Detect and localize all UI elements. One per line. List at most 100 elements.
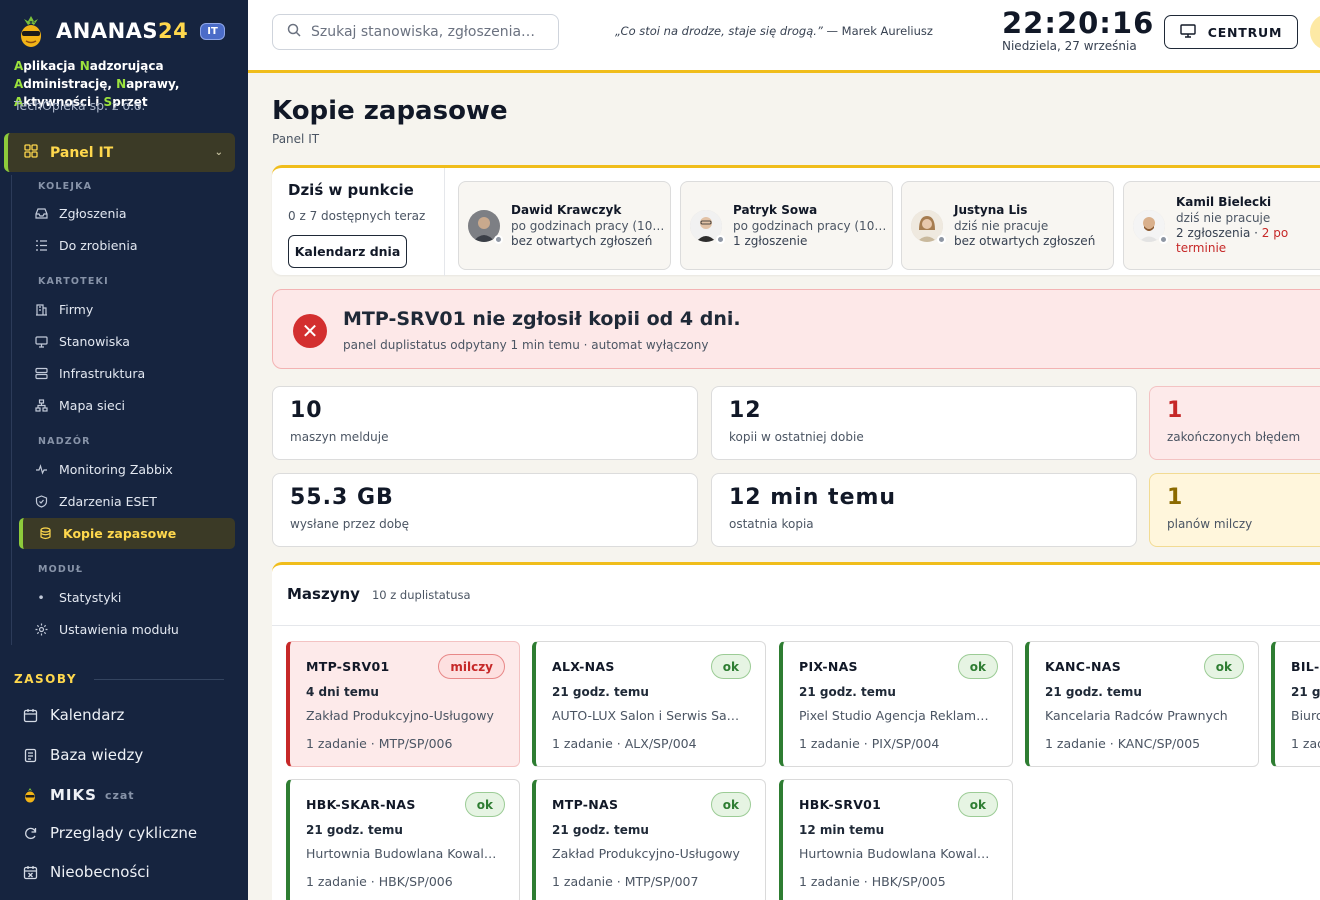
stat-label: zakończonych błędem [1167, 430, 1301, 444]
person-tickets: 2 zgłoszenia · 2 po [1176, 226, 1289, 240]
machine-card[interactable]: KANC-NAS ok 21 godz. temu Kancelaria Rad… [1025, 641, 1259, 767]
logo[interactable]: ANANAS24 IT [14, 14, 225, 48]
stat-label: kopii w ostatniej dobie [729, 430, 864, 444]
dot-icon: • [37, 590, 45, 605]
section-modul: MODUŁ [38, 564, 84, 575]
sidebar-item-statystyki[interactable]: • Statystyki [34, 590, 121, 605]
refresh-icon [22, 825, 38, 841]
stat-label: maszyn melduje [290, 430, 389, 444]
last-backup: 12 min temu [799, 823, 885, 837]
sidebar-item-mapa-sieci[interactable]: Mapa sieci [34, 398, 125, 413]
person-tickets: bez otwartych zgłoszeń [511, 234, 653, 248]
date: Niedziela, 27 września [1002, 39, 1137, 53]
brand-name: ANANAS24 [56, 19, 189, 43]
centrum-button[interactable]: CENTRUM [1164, 15, 1298, 49]
resource-nieobecnosci[interactable]: Nieobecności [22, 863, 150, 881]
search-input[interactable]: Szukaj stanowiska, zgłoszenia… [272, 14, 559, 50]
last-backup: 21 godz. temu [799, 685, 896, 699]
sidebar-item-monitoring[interactable]: Monitoring Zabbix [34, 462, 173, 477]
stat-value: 1 [1167, 485, 1184, 510]
stat-label: wysłane przez dobę [290, 517, 410, 531]
machine-card[interactable]: MTP-NAS ok 21 godz. temu Zakład Produkcy… [532, 779, 766, 900]
resource-label: Baza wiedzy [50, 746, 144, 764]
quote: „Co stoi na drodze, staje się drogą.” — … [615, 24, 933, 38]
breadcrumb[interactable]: Panel IT [272, 132, 319, 146]
status-badge: ok [710, 654, 751, 679]
gear-icon [34, 623, 48, 637]
status-badge: milczy [438, 654, 505, 679]
person-card[interactable]: Kamil Bielecki dziś nie pracuje 2 zgłosz… [1123, 181, 1320, 270]
panel-it-label: Panel IT [50, 144, 114, 161]
section-nadzor: NADZÓR [38, 436, 91, 447]
resource-kalendarz[interactable]: Kalendarz [22, 706, 124, 724]
search-icon [287, 23, 301, 41]
sidebar-item-ustawienia[interactable]: Ustawienia modułu [34, 622, 179, 637]
status-badge: ok [710, 792, 751, 817]
database-icon [38, 527, 52, 541]
avatar[interactable] [1310, 14, 1320, 50]
topbar: Szukaj stanowiska, zgłoszenia… „Co stoi … [248, 0, 1320, 73]
machine-tasks: 1 zadanie [1291, 736, 1320, 751]
network-icon [34, 399, 48, 413]
sidebar-item-label: Do zrobienia [59, 238, 138, 253]
person-card[interactable]: Patryk Sowa po godzinach pracy (10… 1 zg… [680, 181, 893, 270]
day-calendar-button[interactable]: Kalendarz dnia [288, 235, 407, 268]
resource-label: Przeglądy cykliczne [50, 824, 198, 842]
machine-tasks: 1 zadanie · KANC/SP/005 [1045, 736, 1201, 751]
machines-panel: Maszyny 10 z duplistatusa MTP-SRV01 milc… [272, 562, 1320, 900]
last-backup: 21 godz. temu [552, 823, 649, 837]
person-card[interactable]: Justyna Lis dziś nie pracuje bez otwarty… [901, 181, 1114, 270]
sidebar-item-zgloszenia[interactable]: Zgłoszenia [34, 206, 127, 221]
machine-card[interactable]: PIX-NAS ok 21 godz. temu Pixel Studio Ag… [779, 641, 1013, 767]
resource-label: Kalendarz [50, 706, 125, 724]
error-icon: ✕ [293, 314, 327, 348]
resource-baza-wiedzy[interactable]: Baza wiedzy [22, 746, 143, 764]
machine-name: BIL-NAS [1291, 659, 1320, 674]
machine-name: HBK-SRV01 [799, 797, 882, 812]
machine-card[interactable]: HBK-SKAR-NAS ok 21 godz. temu Hurtownia … [286, 779, 520, 900]
sidebar-item-kopie[interactable]: Kopie zapasowe [38, 526, 176, 541]
today-availability: 0 z 7 dostępnych teraz [288, 209, 426, 223]
machine-tasks: 1 zadanie · HBK/SP/006 [306, 874, 453, 889]
monitor-icon [1180, 23, 1196, 41]
sidebar-item-label: Mapa sieci [59, 398, 126, 413]
sidebar: ANANAS24 IT Aplikacja Nadzorująca Admini… [0, 0, 248, 900]
machine-card[interactable]: MTP-SRV01 milczy 4 dni temu Zakład Produ… [286, 641, 520, 767]
machine-company: Kancelaria Radców Prawnych [1045, 708, 1228, 723]
centrum-label: CENTRUM [1207, 24, 1283, 40]
person-card[interactable]: Dawid Krawczyk po godzinach pracy (10… b… [458, 181, 671, 270]
sidebar-item-label: Firmy [59, 302, 94, 317]
machine-card[interactable]: HBK-SRV01 ok 12 min temu Hurtownia Budow… [779, 779, 1013, 900]
person-overdue: terminie [1176, 241, 1227, 255]
sidebar-item-infrastruktura[interactable]: Infrastruktura [34, 366, 145, 381]
resource-label: MIKS [50, 786, 97, 804]
last-backup: 21 godz. temu [1291, 685, 1320, 699]
sidebar-item-do-zrobienia[interactable]: Do zrobienia [34, 238, 137, 253]
stat-value: 1 [1167, 398, 1184, 423]
resource-miks[interactable]: MIKS czat [22, 786, 135, 804]
chevron-down-icon: ⌄ [214, 147, 223, 158]
machine-tasks: 1 zadanie · HBK/SP/005 [799, 874, 946, 889]
machine-tasks: 1 zadanie · MTP/SP/006 [306, 736, 453, 751]
stat-label: ostatnia kopia [729, 517, 814, 531]
checklist-icon [34, 239, 48, 253]
sidebar-item-label: Stanowiska [59, 334, 130, 349]
main-content: Kopie zapasowe Panel IT Dziś w punkcie 0… [248, 76, 1320, 900]
resource-przeglady[interactable]: Przeglądy cykliczne [22, 824, 197, 842]
last-backup: 21 godz. temu [306, 823, 403, 837]
today-title: Dziś w punkcie [288, 181, 414, 199]
sidebar-item-panel-it[interactable]: Panel IT ⌄ [4, 133, 235, 172]
person-tickets: bez otwartych zgłoszeń [954, 234, 1096, 248]
person-name: Justyna Lis [954, 203, 1028, 217]
sidebar-item-label: Statystyki [59, 590, 122, 605]
sidebar-item-stanowiska[interactable]: Stanowiska [34, 334, 130, 349]
resource-label: Nieobecności [50, 863, 150, 881]
machines-title: Maszyny [287, 585, 360, 603]
machine-card[interactable]: ALX-NAS ok 21 godz. temu AUTO-LUX Salon … [532, 641, 766, 767]
machine-name: MTP-SRV01 [306, 659, 390, 674]
sidebar-item-eset[interactable]: Zdarzenia ESET [34, 494, 157, 509]
divider [272, 625, 1320, 626]
machine-tasks: 1 zadanie · PIX/SP/004 [799, 736, 940, 751]
sidebar-item-firmy[interactable]: Firmy [34, 302, 93, 317]
machine-card[interactable]: BIL-NAS 21 godz. temu Biuro 1 zadanie [1271, 641, 1320, 767]
